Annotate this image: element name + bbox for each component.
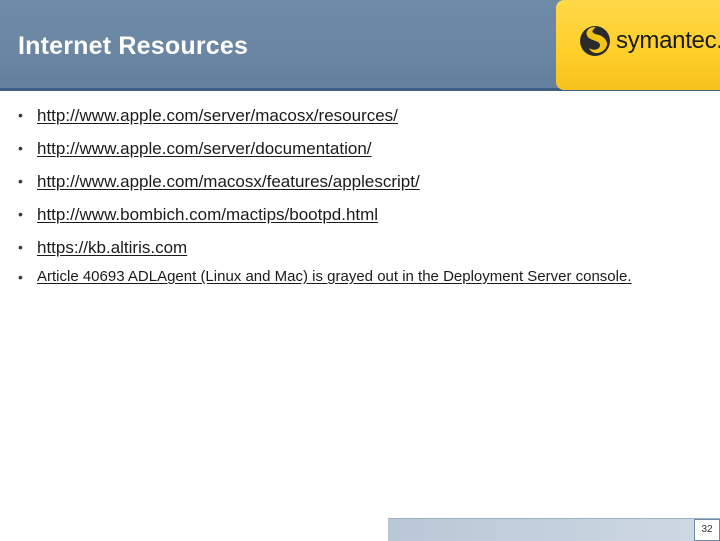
kb-article-link[interactable]: Article 40693 ADLAgent (Linux and Mac) i… [37,268,632,285]
bullet-icon: • [18,107,23,123]
resource-link[interactable]: http://www.bombich.com/mactips/bootpd.ht… [37,205,378,224]
resource-link[interactable]: https://kb.altiris.com [37,238,187,257]
logo-wordmark: symantec. [616,27,720,54]
symantec-swirl-icon [580,26,610,56]
resource-link[interactable]: http://www.apple.com/server/macosx/resou… [37,106,398,125]
list-item: • https://kb.altiris.com [18,238,698,257]
bullet-icon: • [18,173,23,189]
page-number: 32 [694,519,720,541]
slide-title: Internet Resources [18,32,249,60]
list-item: • http://www.apple.com/macosx/features/a… [18,172,698,191]
bullet-icon: • [18,140,23,156]
resource-link[interactable]: http://www.apple.com/macosx/features/app… [37,172,420,191]
resource-link[interactable]: http://www.apple.com/server/documentatio… [37,139,372,158]
list-item: • http://www.apple.com/server/documentat… [18,139,698,158]
bullet-icon: • [18,239,23,255]
list-item: • Article 40693 ADLAgent (Linux and Mac)… [18,268,698,286]
logo-panel: symantec. [556,0,720,90]
resource-list: • http://www.apple.com/server/macosx/res… [18,106,698,299]
list-item: • http://www.apple.com/server/macosx/res… [18,106,698,125]
bullet-icon: • [18,269,23,285]
list-item: • http://www.bombich.com/mactips/bootpd.… [18,205,698,224]
bullet-icon: • [18,206,23,222]
footer-bar [388,518,720,541]
symantec-logo: symantec. [578,24,720,58]
